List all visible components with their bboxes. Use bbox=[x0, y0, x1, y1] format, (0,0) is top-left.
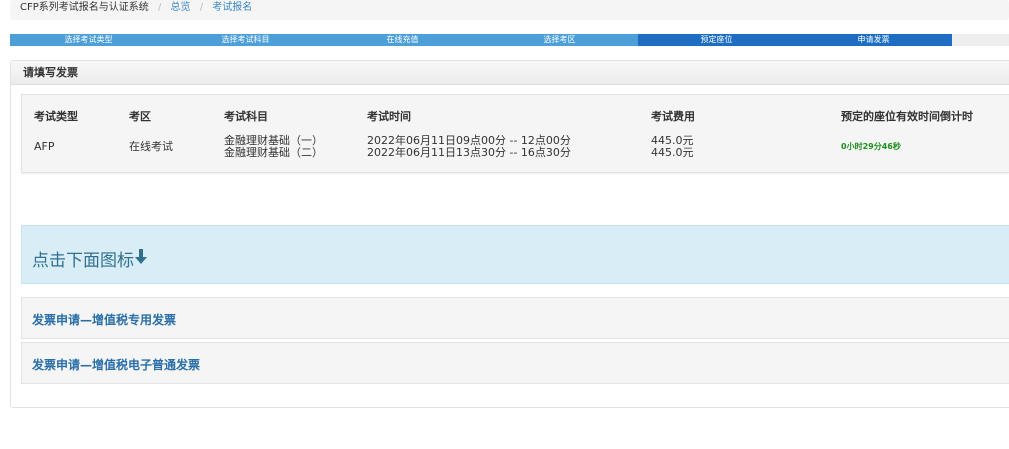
step-online-recharge: 在线充值 bbox=[324, 34, 481, 46]
subject-2: 金融理财基础（二） bbox=[224, 146, 323, 159]
step-select-exam-type: 选择考试类型 bbox=[10, 34, 167, 46]
breadcrumb-system: CFP系列考试报名与认证系统 bbox=[20, 2, 149, 13]
breadcrumb: CFP系列考试报名与认证系统 / 总览 / 考试报名 bbox=[10, 0, 1009, 20]
cell-fees: 445.0元 445.0元 bbox=[651, 135, 694, 159]
header-region: 考区 bbox=[129, 110, 151, 123]
header-exam-type: 考试类型 bbox=[34, 110, 78, 123]
step-select-subject: 选择考试科目 bbox=[167, 34, 324, 46]
alert-text: 点击下面图标 bbox=[32, 251, 134, 271]
breadcrumb-separator: / bbox=[199, 2, 204, 13]
invoice-special-vat-button[interactable]: 发票申请—增值税专用发票 bbox=[21, 297, 1009, 339]
invoice-special-label[interactable]: 发票申请—增值税专用发票 bbox=[32, 311, 176, 328]
invoice-panel: 请填写发票 考试类型 考区 考试科目 考试时间 考试费用 预定的座位有效时间倒计… bbox=[10, 60, 1009, 408]
header-subject: 考试科目 bbox=[224, 110, 268, 123]
invoice-electronic-vat-button[interactable]: 发票申请—增值税电子普通发票 bbox=[21, 342, 1009, 384]
arrow-down-icon bbox=[135, 249, 147, 269]
header-time: 考试时间 bbox=[367, 110, 411, 123]
invoice-electronic-label[interactable]: 发票申请—增值税电子普通发票 bbox=[32, 356, 200, 373]
breadcrumb-separator: / bbox=[157, 2, 162, 13]
breadcrumb-current[interactable]: 考试报名 bbox=[212, 2, 252, 13]
cell-region: 在线考试 bbox=[129, 140, 173, 153]
header-fee: 考试费用 bbox=[651, 110, 695, 123]
step-select-region: 选择考区 bbox=[481, 34, 638, 46]
time-2: 2022年06月11日13点30分 -- 16点30分 bbox=[367, 146, 571, 159]
cell-subjects: 金融理财基础（一） 金融理财基础（二） bbox=[224, 135, 323, 159]
cell-exam-type: AFP bbox=[34, 140, 55, 153]
countdown-timer: 0小时29分46秒 bbox=[841, 142, 901, 151]
progress-steps: 选择考试类型 选择考试科目 在线充值 选择考区 预定座位 申请发票 bbox=[10, 34, 1009, 46]
cell-times: 2022年06月11日09点00分 -- 12点00分 2022年06月11日1… bbox=[367, 135, 571, 159]
instruction-alert: 点击下面图标 bbox=[21, 225, 1009, 284]
step-reserve-seat: 预定座位 bbox=[638, 34, 795, 46]
fee-2: 445.0元 bbox=[651, 146, 694, 159]
exam-table: 考试类型 考区 考试科目 考试时间 考试费用 预定的座位有效时间倒计时 AFP … bbox=[21, 94, 1009, 173]
step-apply-invoice: 申请发票 bbox=[795, 34, 952, 46]
header-countdown: 预定的座位有效时间倒计时 bbox=[841, 110, 973, 123]
panel-title: 请填写发票 bbox=[11, 61, 1009, 85]
breadcrumb-overview-link[interactable]: 总览 bbox=[171, 2, 191, 13]
